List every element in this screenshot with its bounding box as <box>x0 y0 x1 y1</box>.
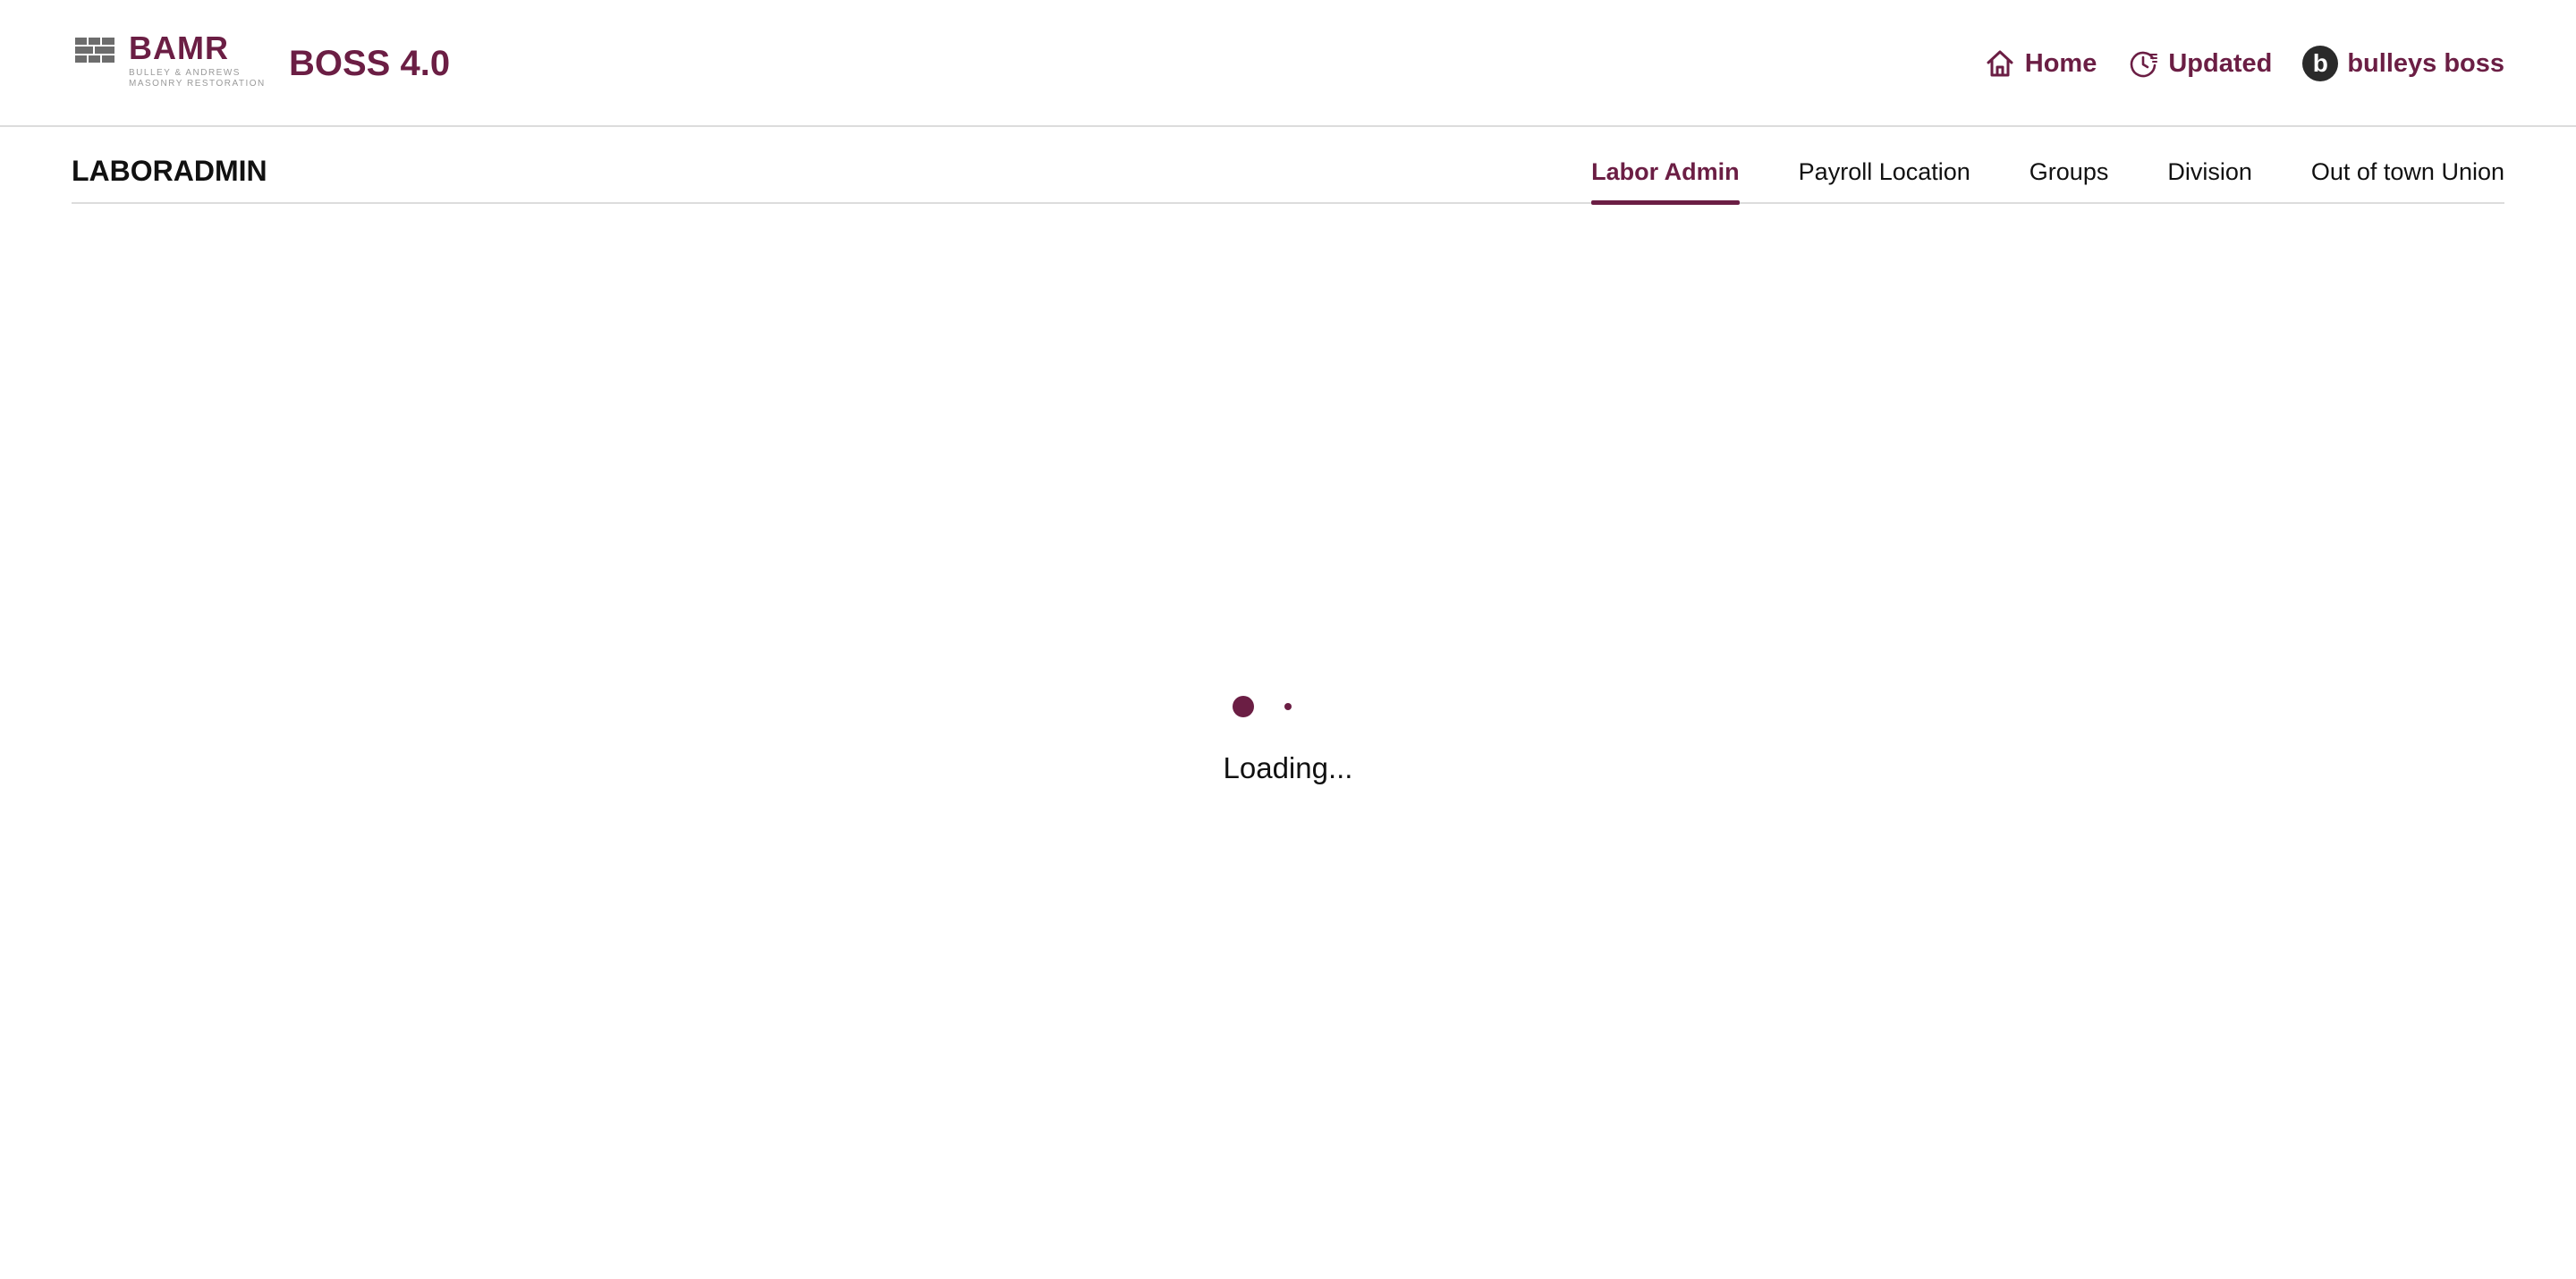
app-title: BOSS 4.0 <box>289 44 451 83</box>
history-icon <box>2127 47 2159 80</box>
home-link[interactable]: Home <box>1984 47 2097 80</box>
loading-indicator: Loading... <box>1199 689 1377 796</box>
header-nav: Home Updated b bulleys boss <box>1984 43 2504 84</box>
logo-subtitle-line1: BULLEY & ANDREWS <box>129 68 241 78</box>
user-name: bulleys boss <box>2347 48 2504 78</box>
loading-dot-small <box>1284 703 1292 710</box>
brick-logo-icon <box>75 38 114 63</box>
tab-payroll-location[interactable]: Payroll Location <box>1799 143 1970 204</box>
updated-label: Updated <box>2168 48 2273 78</box>
tab-division[interactable]: Division <box>2167 143 2252 204</box>
avatar: b <box>2302 46 2339 81</box>
logo-subtitle-line2: MASONRY RESTORATION <box>129 79 266 89</box>
home-label: Home <box>2024 48 2097 78</box>
tab-out-of-town-union[interactable]: Out of town Union <box>2311 143 2504 204</box>
updated-link[interactable]: Updated <box>2127 47 2272 80</box>
tab-bar: Labor Admin Payroll Location Groups Divi… <box>1591 143 2504 205</box>
page-title: LABORADMIN <box>72 155 267 187</box>
logo-wordmark: BAMR <box>129 30 229 66</box>
tab-labor-admin[interactable]: Labor Admin <box>1591 143 1740 205</box>
top-header: BAMR BULLEY & ANDREWS MASONRY RESTORATIO… <box>0 0 2576 127</box>
user-menu[interactable]: b bulleys boss <box>2302 46 2504 81</box>
loading-text: Loading... <box>1223 751 1353 784</box>
home-icon <box>1984 47 2016 80</box>
page-header: LABORADMIN Labor Admin Payroll Location … <box>72 143 2504 205</box>
tab-groups[interactable]: Groups <box>2029 143 2109 204</box>
bamr-logo[interactable]: BAMR BULLEY & ANDREWS MASONRY RESTORATIO… <box>73 30 264 93</box>
loading-dot-large <box>1233 696 1254 717</box>
